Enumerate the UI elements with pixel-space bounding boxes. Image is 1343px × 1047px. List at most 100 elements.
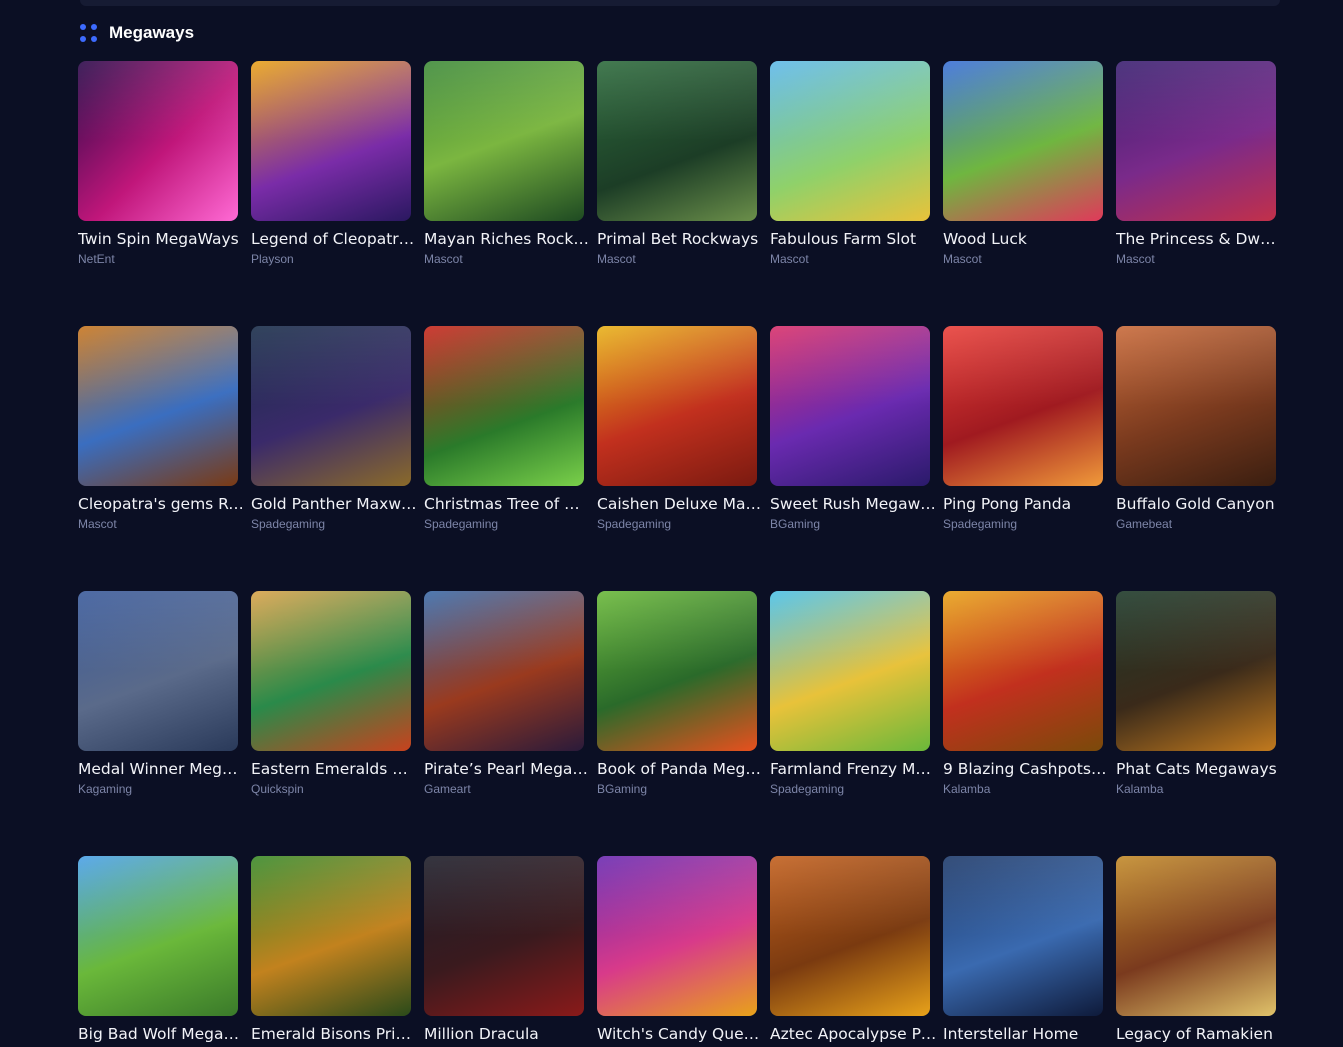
game-tile[interactable]: Emerald Bisons Prizematch [251, 856, 419, 1047]
game-thumbnail[interactable] [943, 856, 1103, 1016]
game-thumbnail[interactable] [597, 326, 757, 486]
section-header: Megaways [80, 22, 194, 44]
game-tile[interactable]: Eastern Emeralds Megaways Quickspin [251, 591, 419, 796]
game-name[interactable]: Interstellar Home [943, 1025, 1111, 1044]
game-name[interactable]: Wood Luck [943, 230, 1111, 249]
game-name[interactable]: Sweet Rush Megaways [770, 495, 938, 514]
game-name[interactable]: Mayan Riches Rockways [424, 230, 592, 249]
game-thumbnail[interactable] [424, 591, 584, 751]
game-tile[interactable]: Buffalo Gold Canyon Gamebeat [1116, 326, 1276, 531]
game-provider: Playson [251, 252, 294, 266]
game-name[interactable]: Legend of Cleopatra Megaways [251, 230, 419, 249]
game-tile[interactable]: Interstellar Home [943, 856, 1103, 1047]
game-provider: Spadegaming [597, 517, 672, 531]
game-tile[interactable]: Legend of Cleopatra Megaways Playson [251, 61, 419, 266]
game-provider: Mascot [424, 252, 463, 266]
game-thumbnail[interactable] [1116, 856, 1276, 1016]
game-tile[interactable]: Cleopatra's gems Rockways Mascot [78, 326, 246, 531]
game-tile[interactable]: 9 Blazing Cashpots Megaways Kalamba [943, 591, 1111, 796]
game-name[interactable]: Pirate’s Pearl Megaways [424, 760, 592, 779]
game-name[interactable]: Christmas Tree of Wonders [424, 495, 592, 514]
game-thumbnail[interactable] [1116, 326, 1276, 486]
game-thumbnail[interactable] [424, 326, 584, 486]
game-provider: Gameart [424, 782, 471, 796]
game-thumbnail[interactable] [1116, 61, 1276, 221]
game-tile[interactable]: Caishen Deluxe Maxways Spadegaming [597, 326, 765, 531]
game-provider: Mascot [1116, 252, 1155, 266]
game-thumbnail[interactable] [770, 856, 930, 1016]
game-tile[interactable]: Medal Winner Megaways Kagaming [78, 591, 246, 796]
game-tile[interactable]: Sweet Rush Megaways BGaming [770, 326, 938, 531]
game-tile[interactable]: Pirate’s Pearl Megaways Gameart [424, 591, 592, 796]
game-provider: Quickspin [251, 782, 304, 796]
game-name[interactable]: Gold Panther Maxways [251, 495, 419, 514]
game-thumbnail[interactable] [943, 61, 1103, 221]
game-name[interactable]: 9 Blazing Cashpots Megaways [943, 760, 1111, 779]
game-thumbnail[interactable] [770, 326, 930, 486]
game-name[interactable]: Buffalo Gold Canyon [1116, 495, 1284, 514]
game-provider: Gamebeat [1116, 517, 1173, 531]
game-thumbnail[interactable] [78, 326, 238, 486]
game-name[interactable]: The Princess & Dwarfs Rockways [1116, 230, 1284, 249]
game-provider: Mascot [78, 517, 117, 531]
game-provider: Mascot [597, 252, 636, 266]
game-thumbnail[interactable] [78, 61, 238, 221]
game-thumbnail[interactable] [943, 326, 1103, 486]
game-thumbnail[interactable] [1116, 591, 1276, 751]
game-provider: Mascot [770, 252, 809, 266]
game-tile[interactable]: Aztec Apocalypse Prizematch [770, 856, 938, 1047]
game-thumbnail[interactable] [78, 591, 238, 751]
game-name[interactable]: Book of Panda Megaways [597, 760, 765, 779]
game-provider: NetEnt [78, 252, 115, 266]
game-name[interactable]: Eastern Emeralds Megaways [251, 760, 419, 779]
game-thumbnail[interactable] [597, 591, 757, 751]
game-tile[interactable]: Ping Pong Panda Spadegaming [943, 326, 1103, 531]
game-tile[interactable]: Big Bad Wolf Megaways [78, 856, 246, 1047]
game-thumbnail[interactable] [251, 61, 411, 221]
grid-dots-icon [80, 24, 98, 42]
game-name[interactable]: Fabulous Farm Slot [770, 230, 938, 249]
game-tile[interactable]: Book of Panda Megaways BGaming [597, 591, 765, 796]
game-name[interactable]: Big Bad Wolf Megaways [78, 1025, 246, 1044]
game-tile[interactable]: Mayan Riches Rockways Mascot [424, 61, 592, 266]
game-thumbnail[interactable] [251, 856, 411, 1016]
game-thumbnail[interactable] [424, 61, 584, 221]
game-tile[interactable]: Wood Luck Mascot [943, 61, 1103, 266]
game-thumbnail[interactable] [597, 61, 757, 221]
game-tile[interactable]: Million Dracula [424, 856, 584, 1047]
game-tile[interactable]: Twin Spin MegaWays NetEnt [78, 61, 239, 266]
game-tile[interactable]: Christmas Tree of Wonders Spadegaming [424, 326, 592, 531]
game-name[interactable]: Million Dracula [424, 1025, 592, 1044]
game-tile[interactable]: Gold Panther Maxways Spadegaming [251, 326, 419, 531]
game-thumbnail[interactable] [78, 856, 238, 1016]
game-thumbnail[interactable] [770, 591, 930, 751]
game-thumbnail[interactable] [251, 591, 411, 751]
game-name[interactable]: Caishen Deluxe Maxways [597, 495, 765, 514]
game-name[interactable]: Emerald Bisons Prizematch [251, 1025, 419, 1044]
game-name[interactable]: Twin Spin MegaWays [78, 230, 246, 249]
game-thumbnail[interactable] [597, 856, 757, 1016]
game-name[interactable]: Cleopatra's gems Rockways [78, 495, 246, 514]
game-name[interactable]: Witch's Candy Quest Megaways [597, 1025, 765, 1044]
game-tile[interactable]: Fabulous Farm Slot Mascot [770, 61, 930, 266]
game-provider: Kalamba [1116, 782, 1164, 796]
game-name[interactable]: Medal Winner Megaways [78, 760, 246, 779]
game-name[interactable]: Legacy of Ramakien [1116, 1025, 1284, 1044]
game-grid: Twin Spin MegaWays NetEnt Legend of Cleopa… [78, 61, 1284, 1047]
game-tile[interactable]: Witch's Candy Quest Megaways [597, 856, 765, 1047]
game-thumbnail[interactable] [424, 856, 584, 1016]
game-tile[interactable]: Primal Bet Rockways Mascot [597, 61, 758, 266]
game-thumbnail[interactable] [251, 326, 411, 486]
game-name[interactable]: Aztec Apocalypse Prizematch [770, 1025, 938, 1044]
game-thumbnail[interactable] [770, 61, 930, 221]
game-name[interactable]: Ping Pong Panda [943, 495, 1111, 514]
game-name[interactable]: Farmland Frenzy Maxways [770, 760, 938, 779]
game-name[interactable]: Phat Cats Megaways [1116, 760, 1284, 779]
game-tile[interactable]: Legacy of Ramakien [1116, 856, 1276, 1047]
game-tile[interactable]: Phat Cats Megaways Kalamba [1116, 591, 1277, 796]
game-name[interactable]: Primal Bet Rockways [597, 230, 765, 249]
game-provider: BGaming [770, 517, 821, 531]
game-tile[interactable]: The Princess & Dwarfs Rockways Mascot [1116, 61, 1284, 266]
game-thumbnail[interactable] [943, 591, 1103, 751]
game-tile[interactable]: Farmland Frenzy Maxways Spadegaming [770, 591, 938, 796]
